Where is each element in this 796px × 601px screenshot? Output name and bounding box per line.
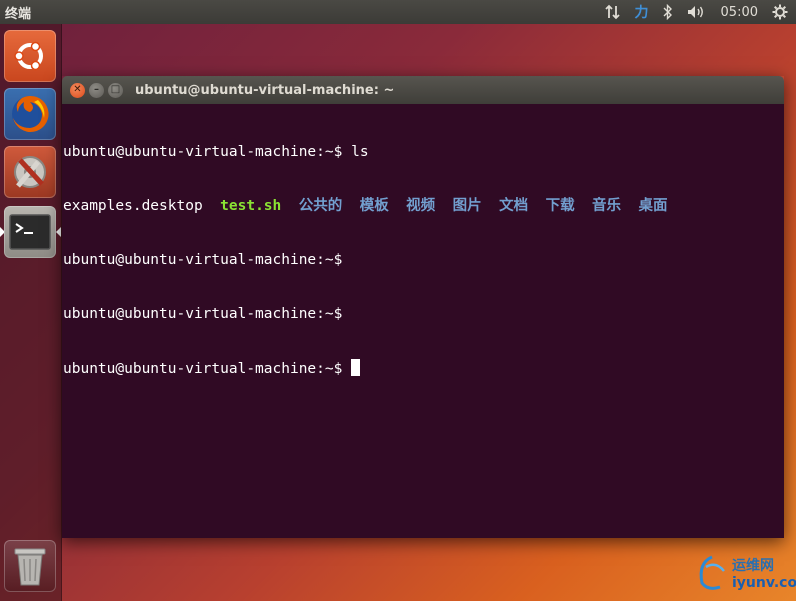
prompt: ubuntu@ubuntu-virtual-machine:~$ (63, 306, 343, 322)
terminal-output[interactable]: ubuntu@ubuntu-virtual-machine:~$ ls exam… (62, 104, 784, 538)
window-titlebar[interactable]: ✕ – □ ubuntu@ubuntu-virtual-machine: ~ (62, 76, 784, 104)
maximize-icon: □ (110, 84, 121, 95)
clock[interactable]: 05:00 (721, 5, 758, 20)
ls-output-line: examples.desktop test.sh 公共的 模板 视频 图片 文档… (63, 197, 783, 215)
ls-entry-dir: 桌面 (638, 198, 668, 214)
minimize-icon: – (94, 84, 99, 95)
ls-entry-dir: 模板 (359, 198, 389, 214)
firefox-launcher-button[interactable] (4, 88, 56, 140)
terminal-window: ✕ – □ ubuntu@ubuntu-virtual-machine: ~ u… (62, 76, 784, 538)
window-title: ubuntu@ubuntu-virtual-machine: ~ (135, 82, 395, 98)
watermark-logo-icon (699, 555, 725, 590)
input-method-icon[interactable]: 力 (635, 2, 649, 22)
watermark-line1: 运维网 (732, 558, 774, 574)
power-gear-icon[interactable] (772, 4, 788, 20)
ls-entry-dir: 下载 (545, 198, 575, 214)
close-icon: ✕ (73, 84, 82, 95)
active-app-title: 终端 (5, 6, 32, 22)
firefox-icon (12, 95, 49, 132)
terminal-line: ubuntu@ubuntu-virtual-machine:~$ (63, 251, 783, 269)
trash-launcher-button[interactable] (4, 540, 56, 592)
prompt: ubuntu@ubuntu-virtual-machine:~$ (63, 361, 352, 377)
watermark-line2: iyunv.com (732, 575, 796, 591)
ubuntu-logo-icon (14, 41, 43, 71)
ls-entry-dir: 音乐 (592, 198, 622, 214)
ls-entry-dir: 视频 (406, 198, 436, 214)
prompt: ubuntu@ubuntu-virtual-machine:~$ (63, 252, 343, 268)
network-icon[interactable] (604, 4, 621, 20)
settings-tools-icon (14, 156, 46, 188)
ls-entry-dir: 图片 (452, 198, 482, 214)
terminal-line: ubuntu@ubuntu-virtual-machine:~$ (63, 359, 783, 377)
volume-icon[interactable] (687, 4, 707, 20)
minimize-window-button[interactable]: – (89, 82, 104, 98)
terminal-icon (9, 214, 51, 250)
bluetooth-icon[interactable] (663, 4, 673, 20)
launcher (0, 24, 62, 601)
top-panel: 终端 力 05:00 (0, 0, 796, 24)
ls-entry-dir: 公共的 (298, 198, 343, 214)
indicator-area: 力 05:00 (604, 2, 788, 22)
trash-icon (14, 548, 46, 586)
maximize-window-button[interactable]: □ (108, 82, 123, 98)
terminal-line: ubuntu@ubuntu-virtual-machine:~$ (63, 305, 783, 323)
close-window-button[interactable]: ✕ (70, 82, 85, 98)
terminal-launcher-button[interactable] (4, 206, 56, 258)
terminal-line: ubuntu@ubuntu-virtual-machine:~$ ls (63, 143, 783, 161)
watermark: 运维网 iyunv.com (692, 553, 796, 593)
command: ls (351, 144, 369, 160)
active-indicator-right (56, 227, 61, 237)
text-cursor (351, 359, 361, 376)
dash-home-button[interactable] (4, 30, 56, 82)
system-settings-launcher-button[interactable] (4, 146, 56, 198)
prompt: ubuntu@ubuntu-virtual-machine:~$ (63, 144, 352, 160)
ls-entry-executable: test.sh (220, 198, 282, 214)
ls-entry-file: examples.desktop (63, 198, 203, 214)
ls-entry-dir: 文档 (499, 198, 529, 214)
